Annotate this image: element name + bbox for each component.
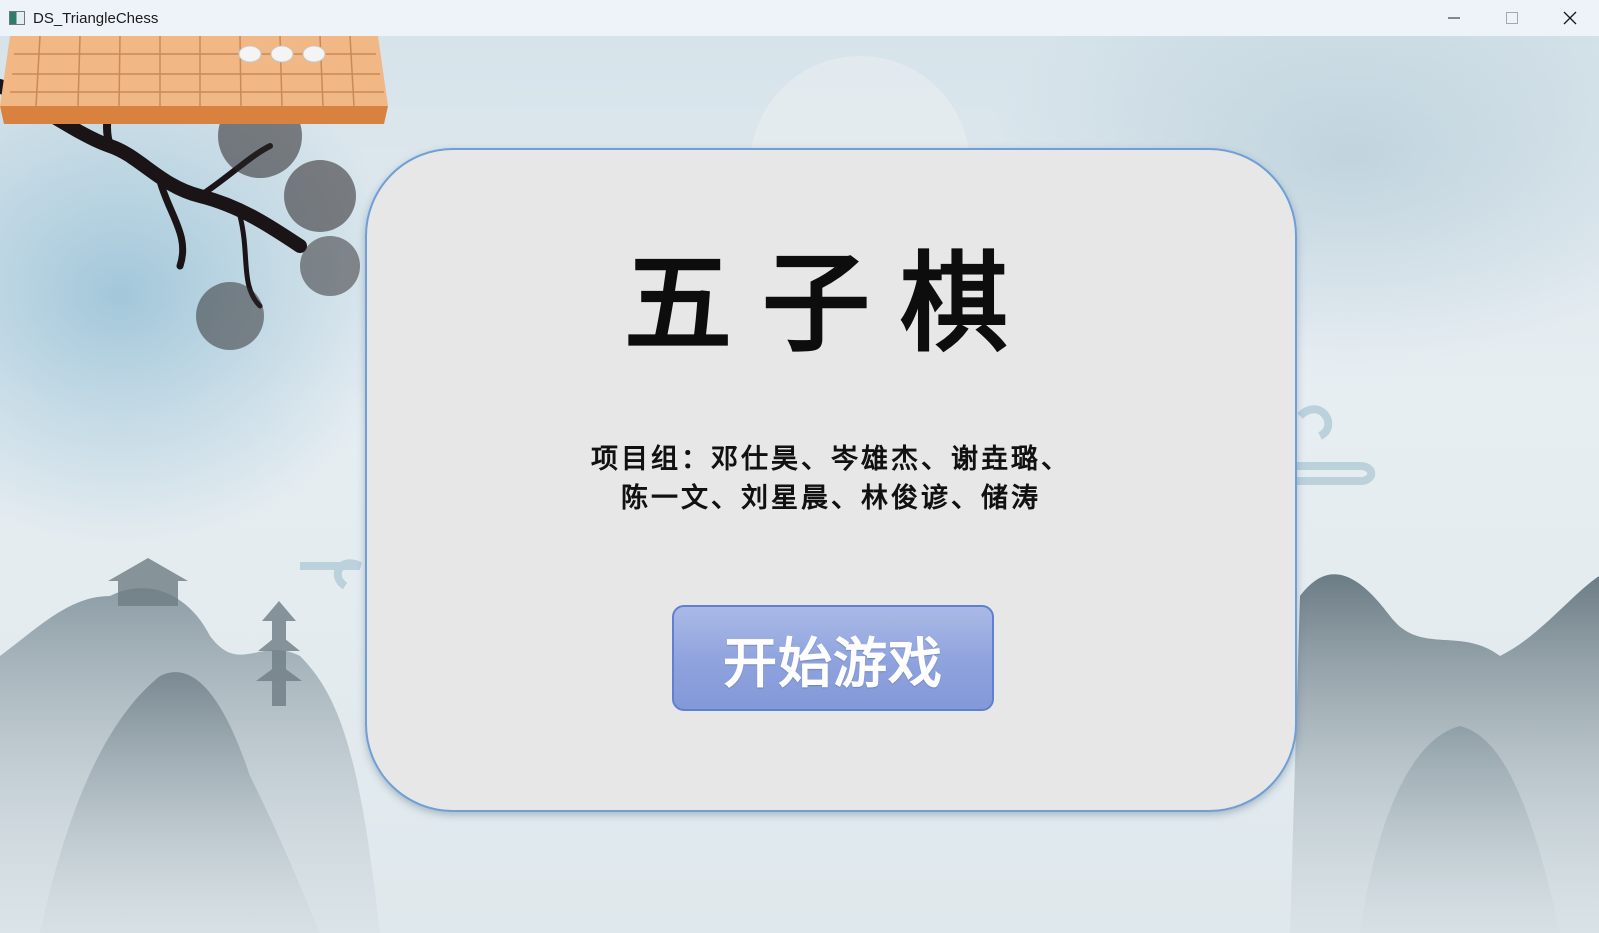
go-board-illustration [0,36,388,124]
window-controls [1425,0,1599,36]
team-credits: 项目组：邓仕昊、岑雄杰、谢垚璐、 陈一文、刘星晨、林俊谚、储涛 [367,440,1295,518]
minimize-button[interactable] [1425,0,1483,36]
maximize-button[interactable] [1483,0,1541,36]
close-icon [1563,11,1577,25]
title-bar[interactable]: DS_TriangleChess [0,0,1599,36]
app-window: DS_TriangleChess 五子棋 项目组：邓仕昊、岑雄杰、谢垚璐、 陈一… [0,0,1599,933]
app-window-icon [9,11,25,25]
minimize-icon [1448,17,1460,19]
team-credits-line-2: 陈一文、刘星晨、林俊谚、储涛 [621,483,1041,514]
main-card: 五子棋 项目组：邓仕昊、岑雄杰、谢垚璐、 陈一文、刘星晨、林俊谚、储涛 开始游戏 [365,148,1297,812]
start-game-button[interactable]: 开始游戏 [672,605,994,711]
close-button[interactable] [1541,0,1599,36]
maximize-icon [1506,12,1518,24]
game-title: 五子棋 [623,241,1038,367]
team-credits-line-1: 项目组：邓仕昊、岑雄杰、谢垚璐、 [591,444,1071,475]
window-title: DS_TriangleChess [33,9,159,27]
